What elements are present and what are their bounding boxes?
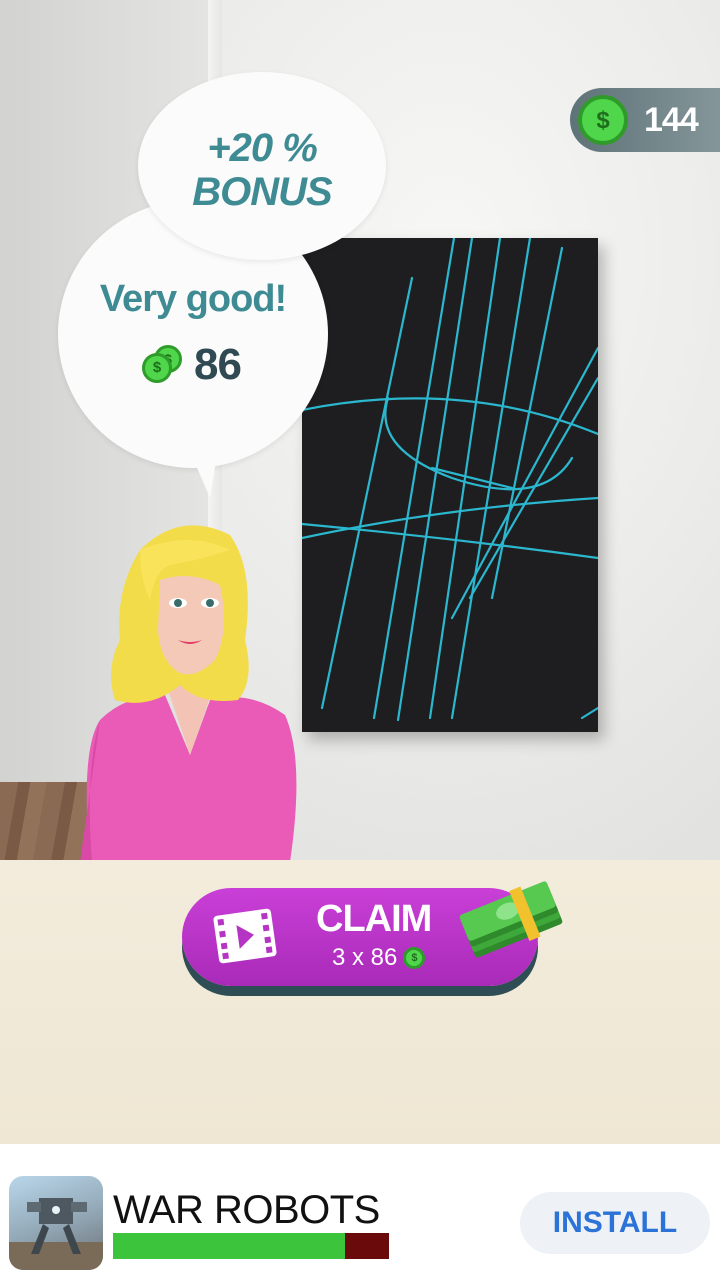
ad-progress-fill bbox=[113, 1233, 345, 1259]
cash-stack-icon bbox=[459, 881, 563, 958]
coin-balance: $ 144 bbox=[570, 88, 720, 152]
ad-progress-bar bbox=[113, 1233, 389, 1259]
install-button[interactable]: INSTALL bbox=[520, 1192, 710, 1254]
bonus-speech-bubble: +20 % BONUS bbox=[138, 72, 386, 260]
claim-label: CLAIM bbox=[316, 898, 432, 940]
balance-amount: 144 bbox=[644, 100, 699, 139]
video-film-icon bbox=[213, 908, 277, 964]
drawing-canvas bbox=[302, 238, 598, 732]
coin-stack-icon: $ $ bbox=[142, 345, 186, 385]
bonus-percent: +20 % bbox=[207, 126, 318, 170]
reward-display: $ $ 86 bbox=[142, 340, 242, 390]
dollar-coin-icon: $ bbox=[578, 95, 628, 145]
face bbox=[158, 576, 224, 675]
war-robots-app-icon[interactable] bbox=[9, 1176, 103, 1270]
ad-title: WAR ROBOTS bbox=[113, 1188, 380, 1232]
reward-amount: 86 bbox=[194, 340, 242, 389]
scribble-drawing bbox=[302, 238, 598, 722]
bonus-label: BONUS bbox=[192, 170, 332, 214]
ad-banner[interactable]: WAR ROBOTS INSTALL bbox=[0, 1144, 720, 1280]
claim-multiplier: 3 x 86 $ bbox=[332, 944, 426, 972]
game-scene: Very good! $ $ 86 +20 % BONUS $ 144 bbox=[0, 0, 720, 860]
host-character bbox=[80, 510, 320, 860]
claim-multiplier-text: 3 x 86 bbox=[332, 944, 398, 971]
result-message: Very good! bbox=[99, 278, 287, 320]
small-coin-icon: $ bbox=[403, 947, 426, 969]
